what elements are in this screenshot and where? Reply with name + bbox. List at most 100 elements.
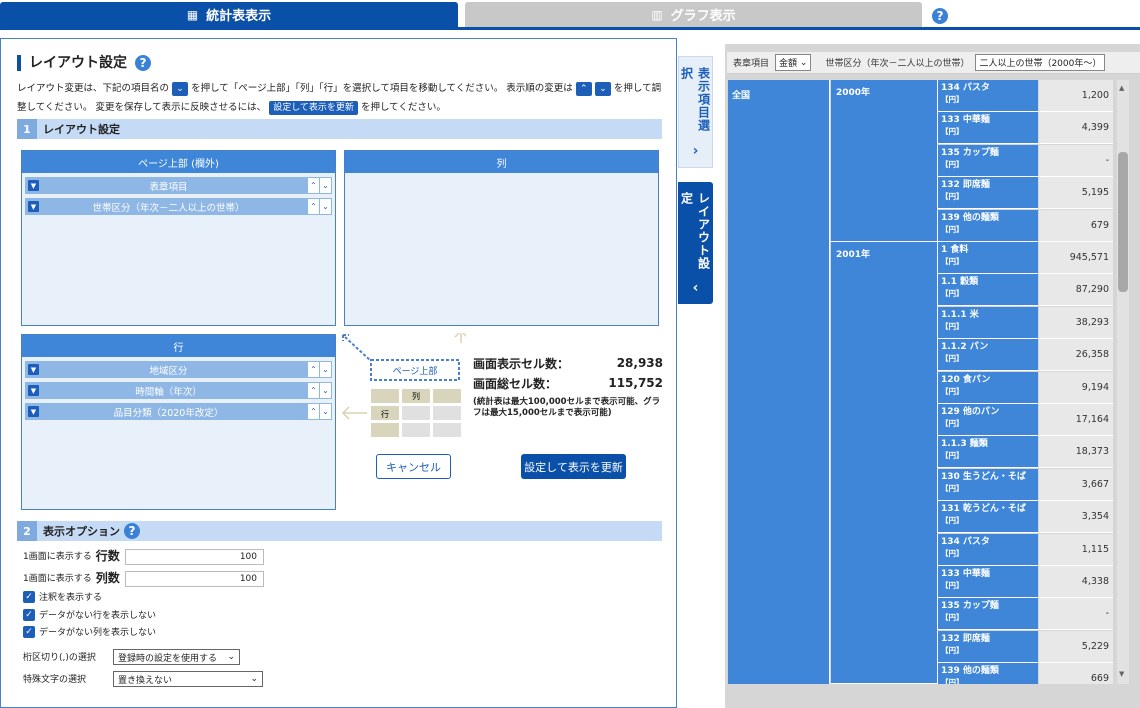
- rows-box[interactable]: 行 ▼ 地域区分 ⌃ ⌄ ▼ 時間軸（年次） ⌃ ⌄ ▼ 品目分類（2020年改…: [21, 334, 336, 510]
- side-tab-layout[interactable]: レイアウト設定 ‹: [678, 182, 713, 304]
- rows-item[interactable]: ▼ 時間軸（年次） ⌃ ⌄: [25, 382, 332, 399]
- table-row-header: 1 食料 【円】: [937, 242, 1038, 274]
- rows-item[interactable]: ▼ 品目分類（2020年改定） ⌃ ⌄: [25, 403, 332, 420]
- row-item-unit: 【円】: [941, 581, 964, 590]
- page-top-item[interactable]: ▼ 世帯区分（年次－二人以上の世帯） ⌃ ⌄: [25, 198, 332, 215]
- row-item-name: 1.1 穀類: [941, 277, 979, 287]
- item-label: 表章項目: [149, 181, 188, 193]
- table-value-cell: 669: [1039, 663, 1113, 684]
- display-cells-label: 画面表示セル数：: [473, 356, 570, 371]
- checkbox-checked-icon[interactable]: ✓: [23, 608, 35, 621]
- chevron-down-icon[interactable]: ▼: [28, 364, 39, 375]
- row-item-name: 132 即席麺: [941, 180, 990, 190]
- cols-per-page-prefix: 1画面に表示する: [23, 574, 92, 584]
- row-item-name: 135 カップ麺: [941, 148, 999, 158]
- row-item-name: 134 パスタ: [941, 537, 990, 547]
- section-layout: 1 レイアウト設定: [17, 119, 662, 139]
- layout-panel: レイアウト設定 ? レイアウト変更は、下記の項目名の ⌄ を押して「ページ上部」…: [0, 38, 677, 708]
- layout-description: レイアウト変更は、下記の項目名の ⌄ を押して「ページ上部」「列」「行」を選択し…: [17, 79, 667, 117]
- checkbox-show-notes[interactable]: ✓ 注釈を表示する: [23, 590, 102, 603]
- tab-graph[interactable]: ▥ グラフ表示: [465, 2, 922, 27]
- checkbox-checked-icon[interactable]: ✓: [23, 590, 35, 603]
- side-tab-item-select[interactable]: 表示項目選択 ›: [678, 56, 713, 168]
- row-item-unit: 【円】: [941, 127, 964, 136]
- special-char-label: 特殊文字の選択: [23, 672, 86, 685]
- chevron-left-icon: ‹: [692, 280, 699, 296]
- row-item-unit: 【円】: [941, 95, 964, 104]
- scroll-up-icon[interactable]: ▲: [1119, 84, 1124, 92]
- apply-layout-button[interactable]: 設定して表示を更新: [521, 454, 626, 479]
- row-item-name: 120 食パン: [941, 375, 991, 385]
- layout-title-text: レイアウト設定: [29, 55, 127, 71]
- columns-header: 列: [345, 151, 658, 173]
- rows-per-page-input[interactable]: 100: [125, 549, 264, 565]
- chevron-down-icon[interactable]: ▼: [28, 385, 39, 396]
- cols-per-page-input[interactable]: 100: [125, 571, 264, 587]
- scroll-down-icon[interactable]: ▼: [1119, 670, 1124, 678]
- chevron-down-icon: ⌄: [797, 57, 808, 68]
- tab-stat-table[interactable]: ▦ 統計表表示: [0, 2, 458, 27]
- page-top-item[interactable]: ▼ 表章項目 ⌃ ⌄: [25, 177, 332, 194]
- section-label: 表示オプション: [43, 525, 120, 538]
- total-cells-value: 115,752: [608, 376, 663, 390]
- layout-title: レイアウト設定 ?: [17, 55, 151, 71]
- columns-box[interactable]: 列: [344, 150, 659, 326]
- table-value-cell: 5,229: [1039, 631, 1113, 663]
- chevron-down-icon[interactable]: ▼: [28, 406, 39, 417]
- move-down-icon[interactable]: ⌄: [320, 383, 331, 398]
- options-help-icon[interactable]: ?: [124, 523, 140, 539]
- scroll-thumb[interactable]: [1118, 152, 1128, 292]
- checkbox-hide-empty-cols[interactable]: ✓ データがない列を表示しない: [23, 625, 156, 638]
- row-item-unit: 【円】: [941, 289, 964, 298]
- separator-select[interactable]: 登録時の設定を使用する ⌄: [113, 649, 240, 665]
- table-row-header: 1.1 穀類 【円】: [937, 274, 1038, 306]
- table-value-cell: 18,373: [1039, 436, 1113, 468]
- table-value-cell: 5,195: [1039, 177, 1113, 209]
- chevron-down-icon[interactable]: ▼: [28, 180, 39, 191]
- item-select[interactable]: 金額 ⌄: [775, 54, 812, 71]
- table-value-cell: 3,354: [1039, 501, 1113, 533]
- bar-chart-icon: ▥: [651, 7, 663, 22]
- checkbox-hide-empty-rows[interactable]: ✓ データがない行を表示しない: [23, 608, 156, 621]
- table-row-header: 1.1.1 米【円】: [937, 307, 1038, 339]
- table-value-cell: 26,358: [1039, 339, 1113, 371]
- move-down-icon[interactable]: ⌄: [320, 404, 331, 419]
- move-down-icon[interactable]: ⌄: [320, 362, 331, 377]
- move-up-icon[interactable]: ⌃: [308, 383, 319, 398]
- move-up-icon[interactable]: ⌃: [308, 199, 319, 214]
- household-select[interactable]: 二人以上の世帯（2000年～）: [975, 54, 1106, 71]
- table-value-cell: 87,290: [1039, 274, 1113, 306]
- move-up-icon[interactable]: ⌃: [308, 404, 319, 419]
- cancel-button[interactable]: キャンセル: [376, 454, 451, 479]
- checkbox-checked-icon[interactable]: ✓: [23, 625, 35, 638]
- tab-underline: [0, 27, 1140, 30]
- table-value-cell: 38,293: [1039, 307, 1113, 339]
- help-icon[interactable]: ?: [932, 8, 948, 24]
- display-cells-row: 画面表示セル数： 28,938: [473, 353, 663, 373]
- table-row-header: 1.1.2 パン 【円】: [937, 339, 1038, 371]
- row-item-name: 139 他の麺類: [941, 213, 999, 223]
- rows-item[interactable]: ▼ 地域区分 ⌃ ⌄: [25, 361, 332, 378]
- move-up-icon[interactable]: ⌃: [308, 178, 319, 193]
- item-label: 時間軸（年次）: [135, 386, 202, 398]
- row-item-unit: 【円】: [941, 387, 964, 396]
- move-down-icon[interactable]: ⌄: [320, 199, 331, 214]
- layout-help-icon[interactable]: ?: [135, 55, 151, 71]
- row-item-unit: 【円】: [941, 257, 964, 266]
- checkbox-label: 注釈を表示する: [39, 593, 103, 603]
- move-down-icon[interactable]: ⌄: [320, 178, 331, 193]
- table-scrollbar[interactable]: ▲ ▼: [1117, 80, 1129, 684]
- table-row-header: 129 他のパン 【円】: [937, 404, 1038, 436]
- checkbox-label: データがない行を表示しない: [39, 611, 157, 621]
- table-row-header: 133 中華麺 【円】: [937, 112, 1038, 144]
- special-char-select[interactable]: 置き換えない ⌄: [113, 671, 263, 687]
- table-row-header: 130 生うどん・そば 【円】: [937, 469, 1038, 501]
- display-cells-value: 28,938: [616, 356, 663, 370]
- chevron-down-icon[interactable]: ▼: [28, 201, 39, 212]
- page-top-box[interactable]: ページ上部 (欄外) ▼ 表章項目 ⌃ ⌄ ▼ 世帯区分（年次－二人以上の世帯）…: [21, 150, 336, 326]
- move-up-icon[interactable]: ⌃: [308, 362, 319, 377]
- table-value-cell: 679: [1039, 210, 1113, 242]
- table-row-header: 139 他の麺類 【円】: [937, 663, 1038, 684]
- region-cell: 全国: [728, 80, 830, 684]
- table-value-cell: 3,667: [1039, 469, 1113, 501]
